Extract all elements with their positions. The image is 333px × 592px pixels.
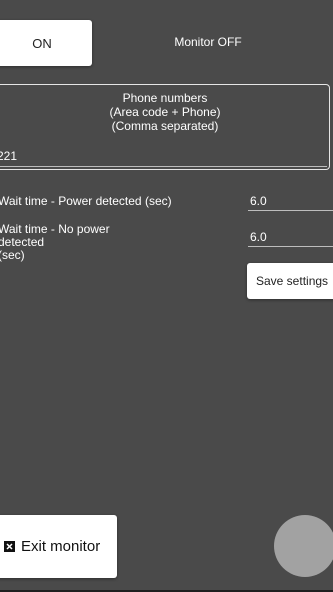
close-box-icon <box>4 541 15 552</box>
phone-numbers-field[interactable]: Phone numbers (Area code + Phone) (Comma… <box>0 84 330 170</box>
no-power-detected-label: Wait time - No power detected (sec) <box>0 223 158 262</box>
save-settings-button[interactable]: Save settings <box>247 263 333 299</box>
on-button[interactable]: ON <box>0 20 92 66</box>
monitor-screen: ON Monitor OFF Phone numbers (Area code … <box>0 0 333 590</box>
no-power-label-line-1: Wait time - No power detected <box>0 222 110 249</box>
phone-label-line-3: (Comma separated) <box>111 119 219 133</box>
phone-numbers-label: Phone numbers (Area code + Phone) (Comma… <box>85 91 245 133</box>
power-detected-input[interactable] <box>248 191 333 211</box>
exit-monitor-label: Exit monitor <box>21 538 101 555</box>
phone-label-line-2: (Area code + Phone) <box>109 105 221 119</box>
no-power-label-line-2: (sec) <box>0 248 25 262</box>
phone-numbers-underline <box>0 166 327 167</box>
monitor-status-label: Monitor OFF <box>174 35 242 49</box>
power-detected-label: Wait time - Power detected (sec) <box>0 194 172 208</box>
phone-label-line-1: Phone numbers <box>122 91 208 105</box>
no-power-detected-input[interactable] <box>248 227 333 247</box>
phone-numbers-value[interactable]: 221 <box>0 149 17 163</box>
exit-monitor-button[interactable]: Exit monitor <box>0 515 117 578</box>
floating-action-button[interactable] <box>274 515 333 577</box>
